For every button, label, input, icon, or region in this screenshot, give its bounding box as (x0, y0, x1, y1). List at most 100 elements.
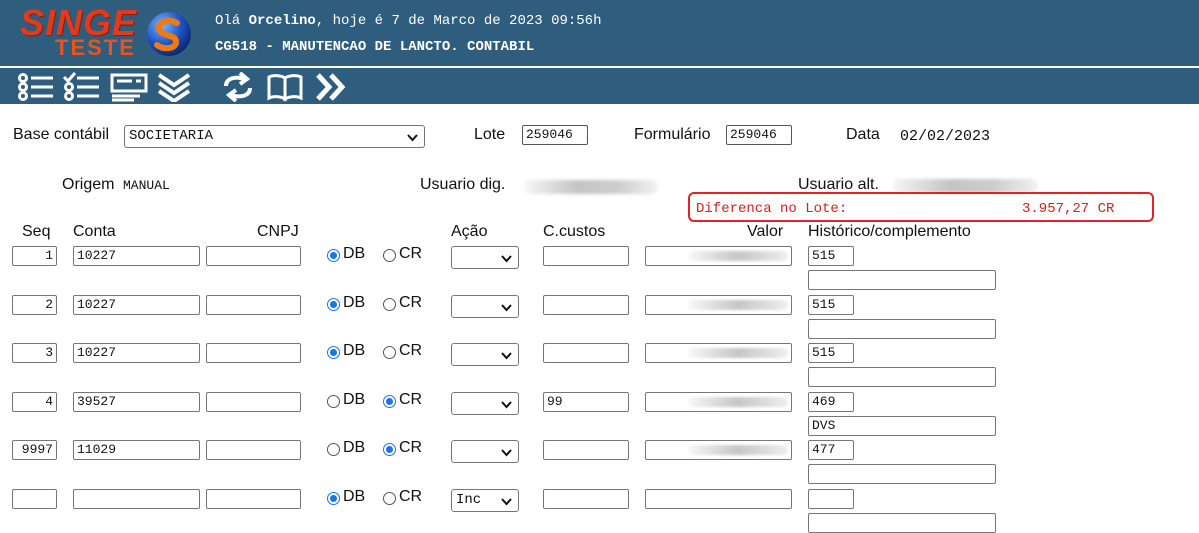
valor-field[interactable] (645, 343, 792, 363)
formulario-field[interactable]: 259046 (726, 125, 792, 145)
chevron-down-icon (501, 255, 512, 263)
complemento-field[interactable] (808, 367, 996, 387)
historico-field[interactable]: 469 (808, 392, 854, 412)
program-title: CG518 - MANUTENCAO DE LANCTO. CONTABIL (215, 39, 535, 55)
ccustos-field[interactable]: 99 (543, 392, 629, 412)
complemento-field[interactable]: DVS (808, 416, 996, 436)
usuario-dig-label: Usuario dig. (420, 176, 506, 193)
acao-select[interactable]: Inc (451, 489, 519, 512)
acao-select[interactable] (451, 392, 519, 415)
refresh-arrows-icon[interactable] (220, 72, 256, 102)
conta-field[interactable]: 10227 (73, 343, 200, 363)
double-chevron-down-icon[interactable] (156, 72, 192, 102)
historico-field[interactable]: 515 (808, 343, 854, 363)
complemento-field[interactable] (808, 464, 996, 484)
data-value: 02/02/2023 (900, 128, 991, 145)
conta-field[interactable] (73, 489, 200, 509)
cr-radio[interactable] (383, 492, 396, 505)
cr-radio[interactable] (383, 443, 396, 456)
valor-field[interactable] (645, 440, 792, 460)
column-header-acao: Ação (451, 223, 488, 240)
acao-select[interactable] (451, 343, 519, 366)
redacted-valor (688, 445, 788, 455)
double-chevron-right-icon[interactable] (314, 72, 348, 102)
cr-radio-label: CR (399, 439, 423, 456)
ccustos-field[interactable] (543, 295, 629, 315)
redacted-valor (688, 251, 788, 261)
checklist-icon[interactable] (62, 72, 102, 102)
chevron-down-icon (501, 498, 512, 506)
cr-radio[interactable] (383, 249, 396, 262)
cnpj-field[interactable] (206, 295, 301, 315)
historico-field[interactable]: 515 (808, 246, 854, 266)
cnpj-field[interactable] (206, 343, 301, 363)
cnpj-field[interactable] (206, 489, 301, 509)
seq-field[interactable]: 1 (12, 246, 57, 266)
ccustos-field[interactable] (543, 489, 629, 509)
redacted-valor (688, 397, 788, 407)
base-contabil-value: SOCIETARIA (129, 128, 214, 144)
valor-field[interactable] (645, 392, 792, 412)
conta-field[interactable]: 10227 (73, 295, 200, 315)
db-radio[interactable] (327, 298, 340, 311)
conta-field[interactable]: 39527 (73, 392, 200, 412)
toolbar (0, 66, 1199, 104)
valor-field[interactable] (645, 489, 792, 509)
user-name: Orcelino (248, 13, 316, 29)
seq-field[interactable] (12, 489, 57, 509)
column-header-valor: Valor (747, 223, 784, 240)
db-radio[interactable] (327, 395, 340, 408)
db-radio[interactable] (327, 346, 340, 359)
conta-field[interactable]: 10227 (73, 246, 200, 266)
complemento-field[interactable] (808, 319, 996, 339)
valor-field[interactable] (645, 295, 792, 315)
ccustos-field[interactable] (543, 343, 629, 363)
acao-select[interactable] (451, 246, 519, 269)
seq-field[interactable]: 2 (12, 295, 57, 315)
ccustos-field[interactable] (543, 440, 629, 460)
seq-field[interactable]: 9997 (12, 440, 57, 460)
diferenca-value: 3.957,27 CR (1022, 201, 1115, 217)
historico-field[interactable]: 515 (808, 295, 854, 315)
cr-radio[interactable] (383, 395, 396, 408)
seq-field[interactable]: 4 (12, 392, 57, 412)
db-radio-label: DB (343, 391, 366, 408)
valor-field[interactable] (645, 246, 792, 266)
cr-radio-label: CR (399, 245, 423, 262)
column-header-ccustos: C.custos (543, 223, 606, 240)
cr-radio[interactable] (383, 346, 396, 359)
db-radio-label: DB (343, 294, 366, 311)
cr-radio-label: CR (399, 294, 423, 311)
base-contabil-select[interactable]: SOCIETARIA (124, 125, 425, 148)
seq-field[interactable]: 3 (12, 343, 57, 363)
complemento-field[interactable] (808, 513, 996, 533)
ccustos-field[interactable] (543, 246, 629, 266)
acao-select[interactable] (451, 440, 519, 463)
data-label: Data (846, 126, 880, 143)
logo-ball-icon (147, 12, 191, 56)
cnpj-field[interactable] (206, 440, 301, 460)
cr-radio-label: CR (399, 391, 423, 408)
cnpj-field[interactable] (206, 246, 301, 266)
open-book-icon[interactable] (266, 72, 304, 102)
complemento-field[interactable] (808, 270, 996, 290)
db-radio-label: DB (343, 439, 366, 456)
db-radio[interactable] (327, 249, 340, 262)
base-contabil-label: Base contábil (13, 126, 110, 143)
chevron-down-icon (501, 401, 512, 409)
conta-field[interactable]: 11029 (73, 440, 200, 460)
lote-field[interactable]: 259046 (522, 125, 588, 145)
historico-field[interactable] (808, 489, 854, 509)
db-radio[interactable] (327, 443, 340, 456)
logo-environment: TESTE (55, 35, 136, 60)
cnpj-field[interactable] (206, 392, 301, 412)
acao-select[interactable] (451, 295, 519, 318)
form-card-icon[interactable] (110, 72, 150, 102)
list-numbered-icon[interactable] (16, 72, 56, 102)
historico-field[interactable]: 477 (808, 440, 854, 460)
column-header-historico: Histórico/complemento (808, 223, 971, 240)
db-radio[interactable] (327, 492, 340, 505)
cr-radio[interactable] (383, 298, 396, 311)
lote-label: Lote (474, 126, 506, 143)
db-radio-label: DB (343, 245, 366, 262)
